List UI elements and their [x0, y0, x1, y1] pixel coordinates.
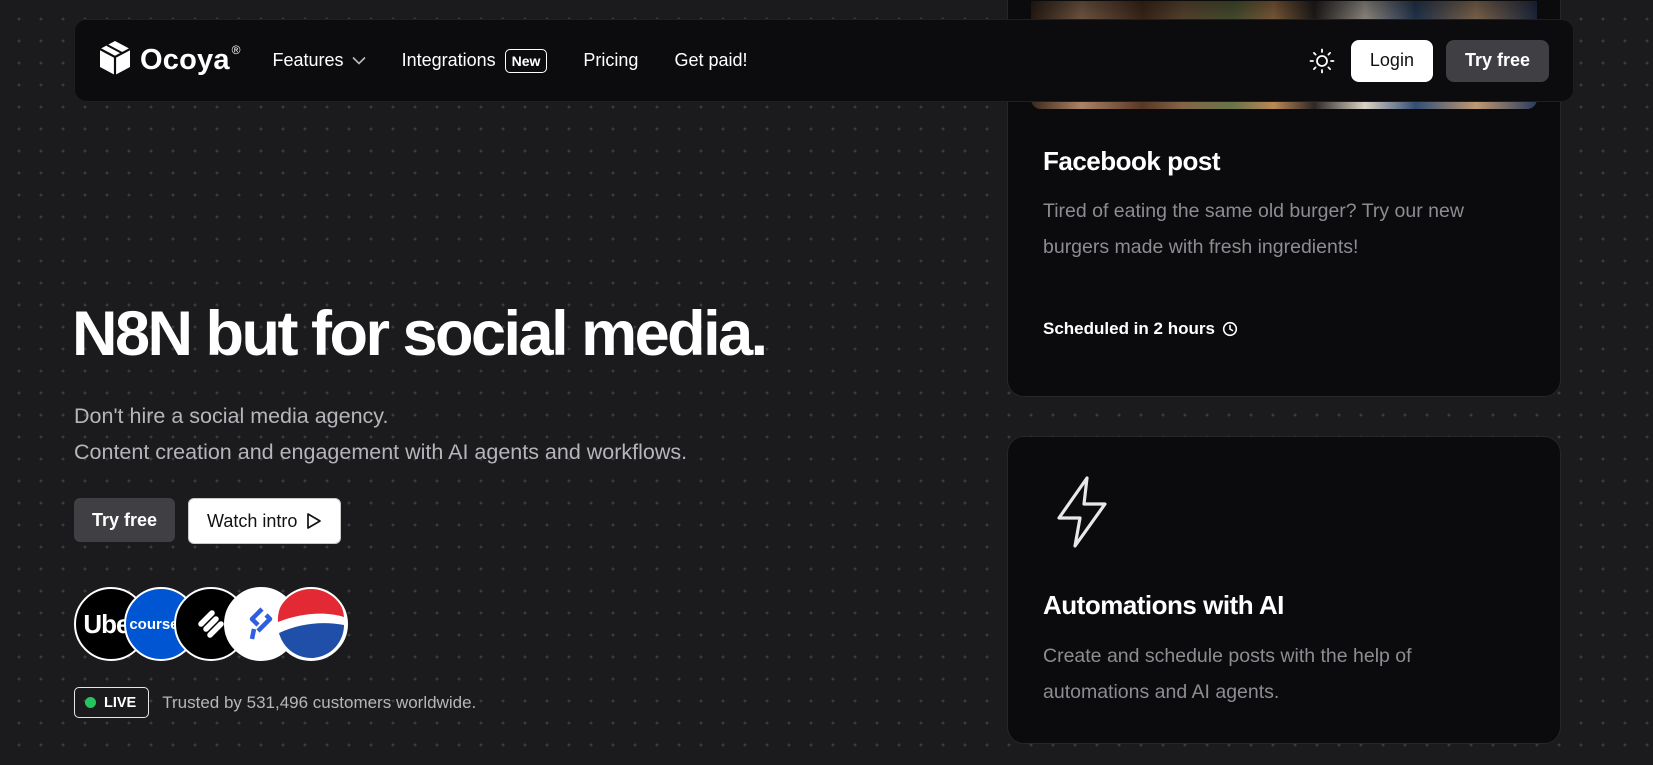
nav-item-integrations[interactable]: Integrations New: [401, 48, 548, 73]
hero-try-free-button[interactable]: Try free: [74, 498, 176, 542]
chevron-down-icon: [351, 56, 366, 65]
nav-links: Features Integrations New Pricing Get pa…: [273, 48, 748, 73]
lightning-bolt-icon: [1057, 476, 1107, 548]
play-icon: [307, 513, 322, 529]
nav-item-features[interactable]: Features: [273, 50, 366, 71]
scheduled-text: Scheduled in 2 hours: [1043, 319, 1215, 338]
live-dot-icon: [85, 697, 96, 708]
nav-item-label: Pricing: [583, 50, 639, 70]
nav-item-label: Features: [272, 50, 344, 70]
nav-item-label: Integrations: [401, 50, 496, 70]
clock-icon: [1222, 321, 1238, 337]
registered-mark: ®: [231, 42, 241, 57]
top-navbar: Ocoya ® Features Integrations New Pricin…: [74, 19, 1574, 102]
card-text: Tired of eating the same old burger? Try…: [1043, 200, 1464, 258]
nav-item-get-paid[interactable]: Get paid!: [674, 50, 747, 71]
brand-logo[interactable]: Ocoya ®: [99, 40, 241, 81]
live-trust-row: LIVE Trusted by 531,496 customers worldw…: [74, 687, 476, 718]
hero-subtitle-line: Content creation and engagement with AI …: [74, 440, 688, 464]
live-badge: LIVE: [74, 687, 150, 718]
automations-card: Automations with AI Create and schedule …: [1007, 436, 1561, 744]
watch-intro-label: Watch intro: [207, 510, 298, 531]
card-text: Create and schedule posts with the help …: [1043, 645, 1412, 703]
hero-title: N8N but for social media.: [72, 299, 768, 369]
nav-item-pricing[interactable]: Pricing: [583, 50, 638, 71]
scheduled-label: Scheduled in 2 hours: [1043, 319, 1238, 339]
brand-name: Ocoya: [140, 44, 230, 76]
hero-buttons: Try free Watch intro: [74, 498, 342, 544]
sun-icon[interactable]: [1309, 48, 1335, 74]
card-title: Automations with AI: [1043, 590, 1284, 620]
nav-try-free-button[interactable]: Try free: [1445, 39, 1549, 82]
customer-logos: Uber coursera: [74, 587, 348, 661]
login-button[interactable]: Login: [1350, 39, 1433, 82]
hero-subtitle-line: Don't hire a social media agency.: [74, 404, 389, 428]
cube-logo-icon: [99, 40, 131, 81]
hero-subtitle: Don't hire a social media agency. Conten…: [74, 398, 687, 470]
trusted-text: Trusted by 531,496 customers worldwide.: [162, 692, 477, 712]
nav-item-label: Get paid!: [674, 50, 748, 70]
watch-intro-button[interactable]: Watch intro: [188, 498, 342, 544]
pepsi-logo: [274, 587, 348, 661]
card-title: Facebook post: [1043, 146, 1220, 176]
nav-actions: Login Try free: [1309, 39, 1549, 82]
live-label: LIVE: [104, 694, 137, 711]
new-badge: New: [504, 48, 548, 73]
